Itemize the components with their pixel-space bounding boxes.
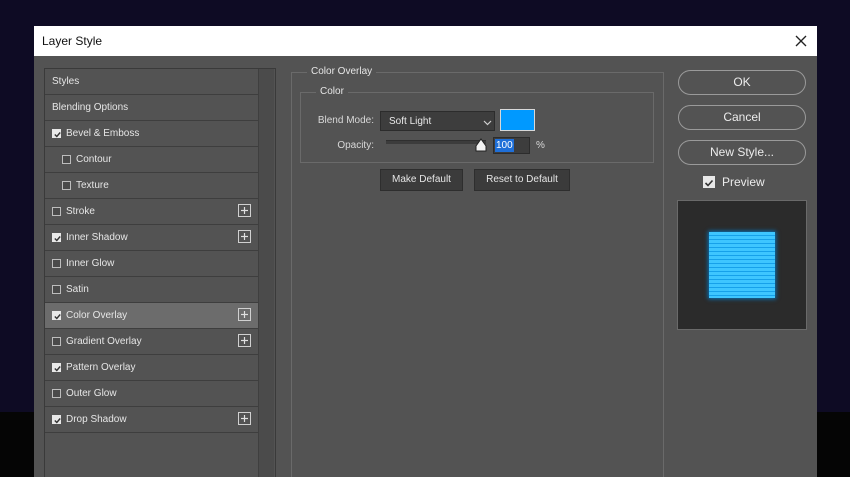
style-item-label: Texture [76,180,109,191]
blend-mode-value: Soft Light [389,116,432,127]
style-checkbox[interactable] [52,285,61,294]
style-checkbox[interactable] [52,337,61,346]
plus-icon[interactable] [238,204,251,217]
style-item-label: Styles [52,76,80,87]
close-icon[interactable] [790,30,812,52]
opacity-slider[interactable] [386,140,486,144]
overlay-color-swatch[interactable] [500,109,535,131]
style-checkbox[interactable] [62,155,71,164]
opacity-value: 100 [495,139,514,152]
style-checkbox[interactable] [52,415,61,424]
checkmark-icon [704,179,714,187]
preview-checkbox[interactable] [703,176,715,188]
slider-thumb-icon[interactable] [475,138,487,152]
new-style-button[interactable]: New Style... [678,140,806,165]
plus-icon[interactable] [238,230,251,243]
color-group-heading: Color [316,86,348,97]
style-item-bevel-emboss[interactable]: Bevel & Emboss [45,121,267,147]
style-item-label: Outer Glow [66,388,117,399]
chevron-down-icon [483,118,492,129]
layer-style-dialog: Layer Style Styles Blending Options Bevel … [34,26,817,477]
style-item-label: Inner Glow [66,258,115,269]
style-item-drop-shadow[interactable]: Drop Shadow [45,407,267,433]
style-item-blending-options[interactable]: Blending Options [45,95,267,121]
style-item-satin[interactable]: Satin [45,277,267,303]
style-item-label: Inner Shadow [66,232,128,243]
checkmark-icon [54,418,61,424]
blend-mode-label: Blend Mode: [317,115,374,126]
dialog-title: Layer Style [42,34,103,48]
cancel-button[interactable]: Cancel [678,105,806,130]
color-overlay-heading: Color Overlay [307,66,377,77]
preview-label: Preview [722,175,765,189]
style-item-stroke[interactable]: Stroke [45,199,267,225]
style-item-label: Bevel & Emboss [66,128,140,139]
style-checkbox[interactable] [52,207,61,216]
checkmark-icon [54,366,61,372]
style-checkbox[interactable] [62,181,71,190]
style-item-label: Drop Shadow [66,414,127,425]
plus-icon[interactable] [238,334,251,347]
style-preview [677,200,807,330]
style-checkbox[interactable] [52,311,61,320]
style-item-label: Gradient Overlay [66,336,142,347]
style-item-label: Satin [66,284,89,295]
checkmark-icon [54,132,61,138]
style-item-color-overlay[interactable]: Color Overlay [45,303,267,329]
style-item-pattern-overlay[interactable]: Pattern Overlay [45,355,267,381]
blend-mode-select[interactable]: Soft Light [380,111,495,131]
style-item-outer-glow[interactable]: Outer Glow [45,381,267,407]
title-bar: Layer Style [34,26,817,56]
checkmark-icon [54,236,61,242]
style-checkbox[interactable] [52,259,61,268]
style-checkbox[interactable] [52,363,61,372]
style-item-inner-glow[interactable]: Inner Glow [45,251,267,277]
opacity-unit: % [536,140,545,151]
style-checkbox[interactable] [52,233,61,242]
style-item-inner-shadow[interactable]: Inner Shadow [45,225,267,251]
style-item-label: Pattern Overlay [66,362,136,373]
style-item-styles[interactable]: Styles [45,69,267,95]
style-item-contour[interactable]: Contour [45,147,267,173]
ok-button[interactable]: OK [678,70,806,95]
opacity-input[interactable]: 100 [493,137,530,154]
styles-list: Styles Blending Options Bevel & Emboss Cont… [44,68,276,477]
style-item-texture[interactable]: Texture [45,173,267,199]
plus-icon[interactable] [238,412,251,425]
opacity-label: Opacity: [337,140,374,151]
plus-icon[interactable] [238,308,251,321]
style-checkbox[interactable] [52,389,61,398]
make-default-button[interactable]: Make Default [380,169,463,191]
preview-thumbnail [709,232,775,298]
style-item-label: Stroke [66,206,95,217]
style-item-label: Color Overlay [66,310,128,321]
style-checkbox[interactable] [52,129,61,138]
style-item-label: Blending Options [52,102,129,113]
checkmark-icon [54,314,61,320]
styles-scrollbar[interactable] [258,69,274,477]
reset-to-default-button[interactable]: Reset to Default [474,169,570,191]
style-item-gradient-overlay[interactable]: Gradient Overlay [45,329,267,355]
style-item-label: Contour [76,154,112,165]
